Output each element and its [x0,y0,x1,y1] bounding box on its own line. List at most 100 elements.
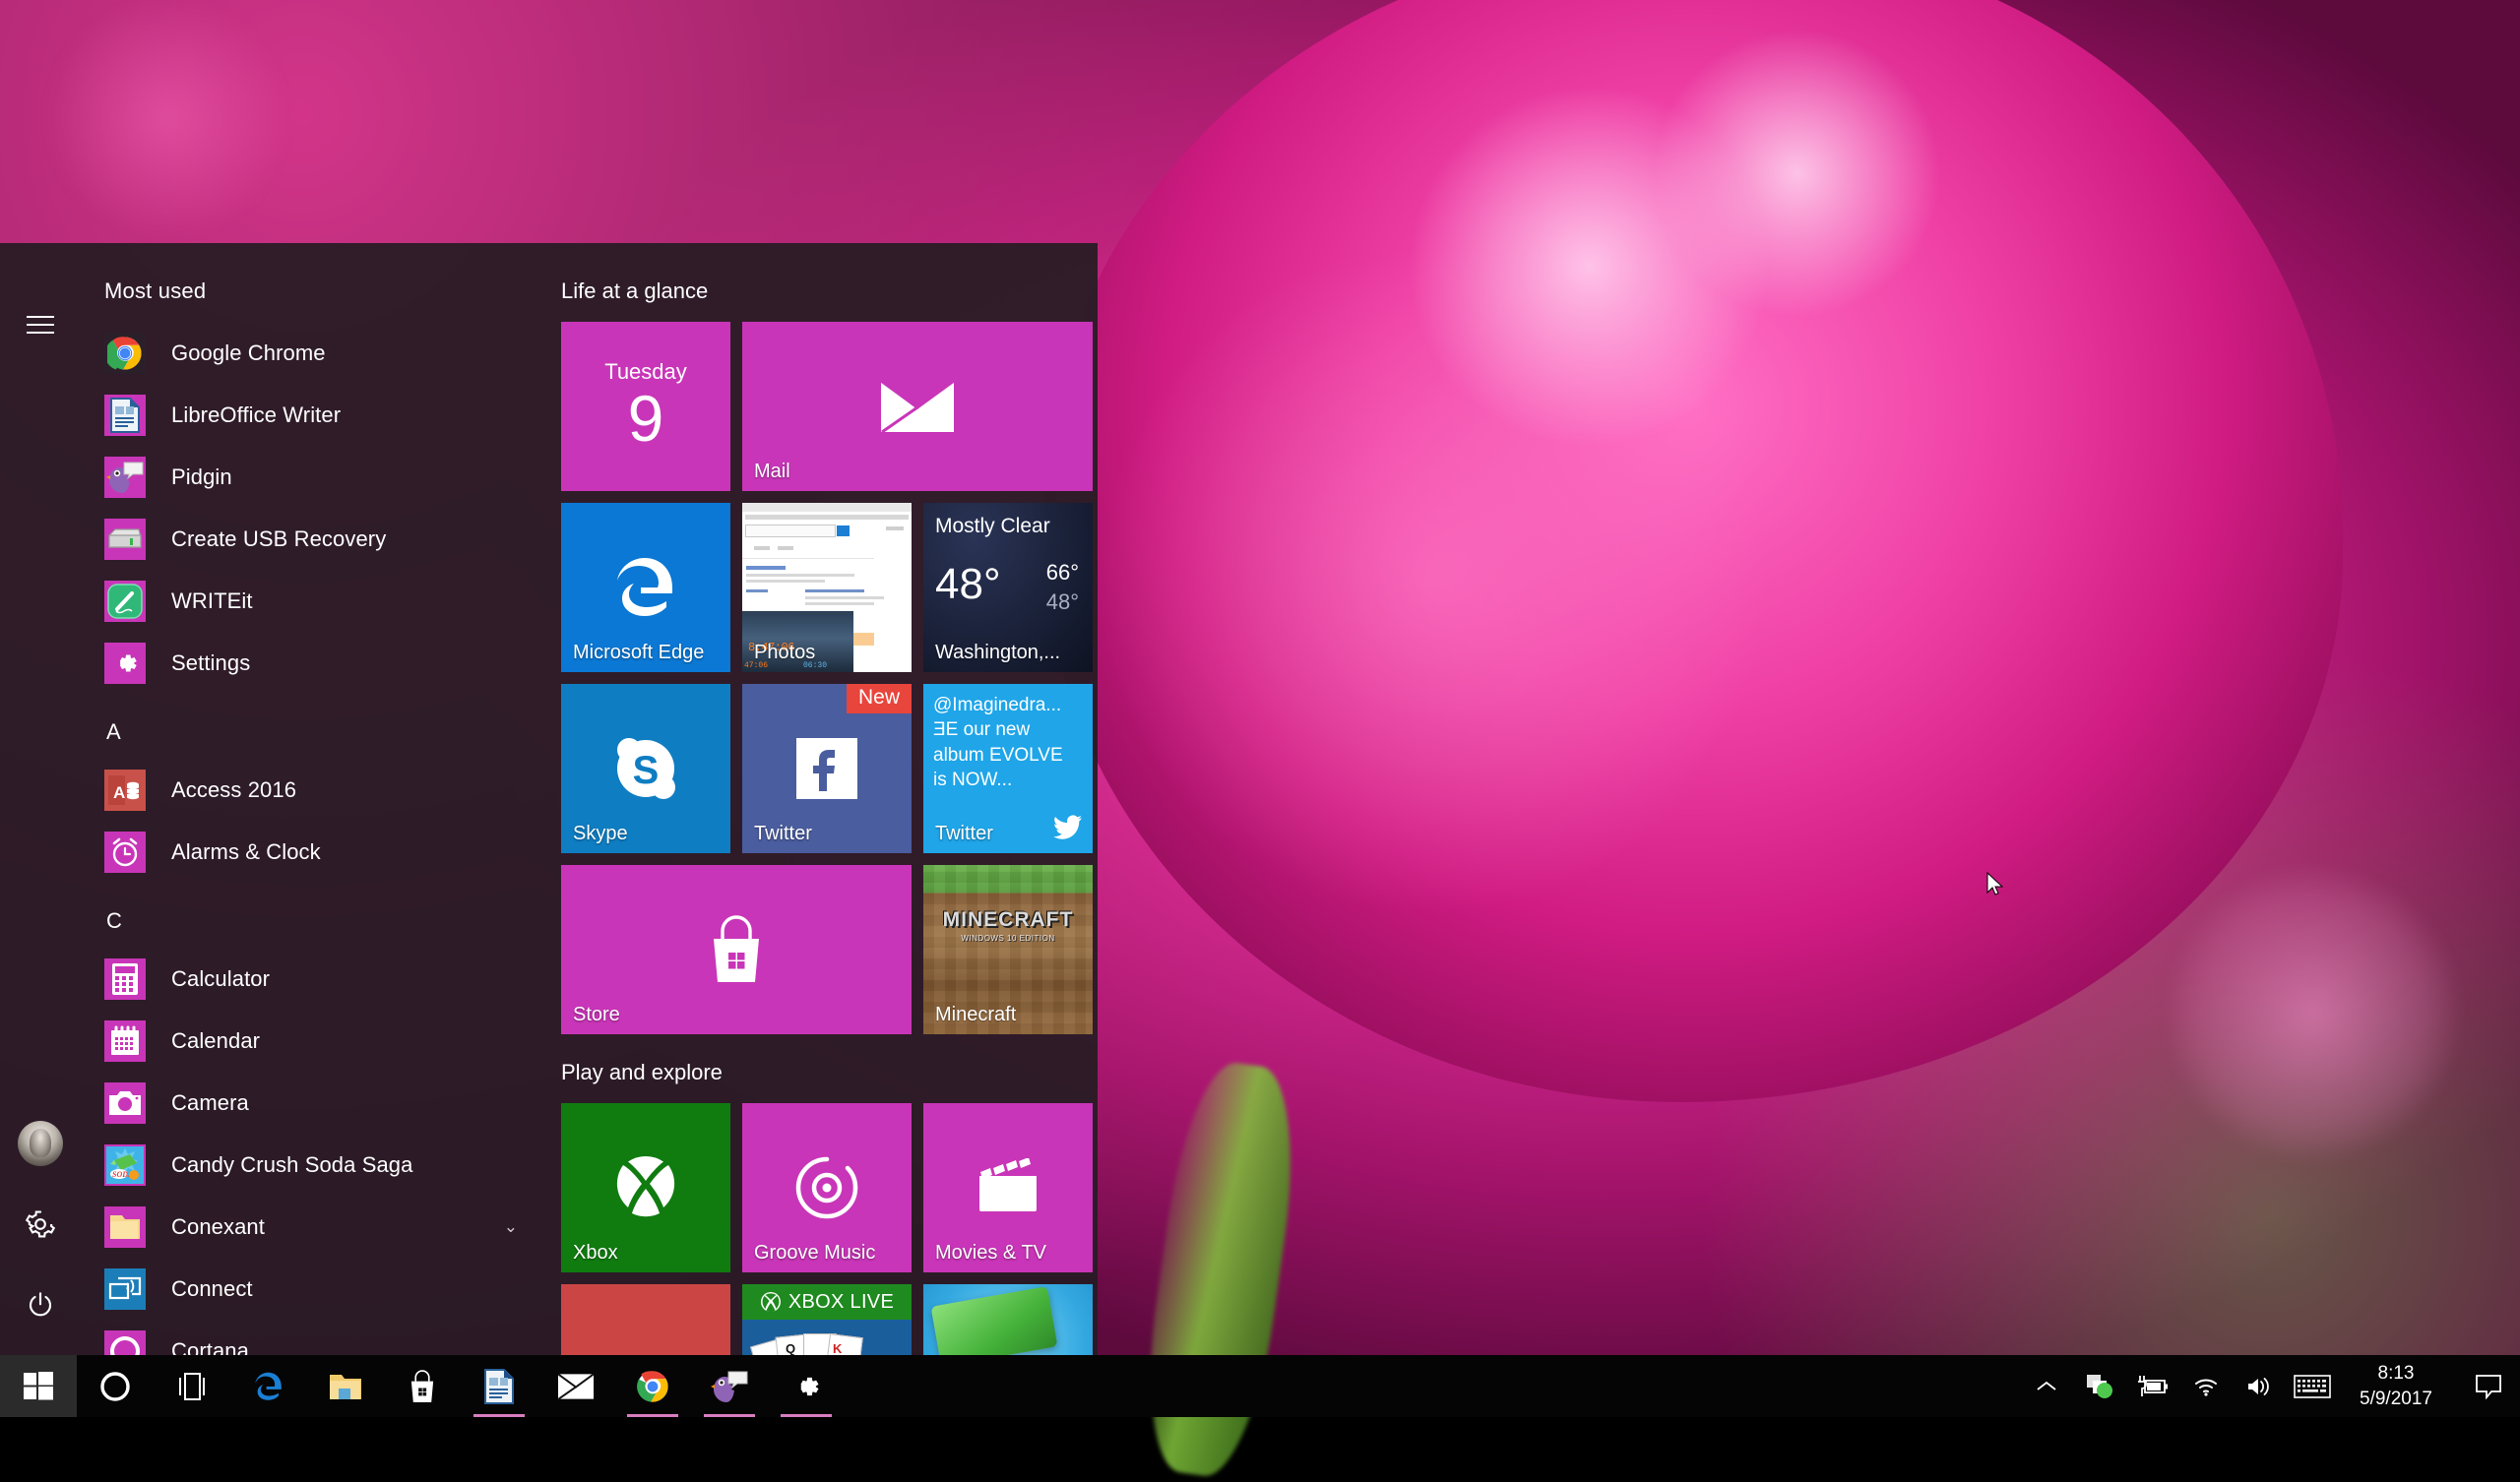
cortana-icon [104,1330,146,1356]
most-used-header: Most used [81,278,536,322]
user-account-button[interactable] [0,1103,81,1184]
app-list-item-cortana[interactable]: Cortana [81,1320,536,1355]
tile-xbox[interactable]: Xbox [561,1103,730,1272]
taskbar-mail[interactable] [537,1355,614,1417]
power-button[interactable] [0,1265,81,1345]
app-label: Calculator [171,966,270,992]
weather-current-temp: 48° [935,560,1001,609]
tile-calendar[interactable]: Tuesday 9 [561,322,730,491]
tile-red-app[interactable] [561,1284,730,1355]
app-label: Cortana [171,1338,249,1356]
calendar-icon [104,1020,146,1062]
app-list-item-pidgin[interactable]: Pidgin [81,446,536,508]
app-label: Settings [171,650,250,676]
taskbar-microsoft-edge[interactable] [230,1355,307,1417]
volume-icon [2245,1375,2273,1398]
app-list-item-writeit[interactable]: WRITEit [81,570,536,632]
tile-label: Minecraft [935,1004,1016,1026]
taskbar-task-view[interactable] [154,1355,230,1417]
taskbar-file-explorer[interactable] [307,1355,384,1417]
app-list-item-libreoffice-writer[interactable]: LibreOffice Writer [81,384,536,446]
tile-twitter[interactable]: @Imaginedra... ƎE our new album EVOLVE i… [923,684,1093,853]
app-group-letter-a[interactable]: A [81,694,536,759]
edge-icon [252,1369,285,1404]
taskbar[interactable]: 8:13 5/9/2017 [0,1355,2520,1417]
taskbar-libreoffice-writer[interactable] [461,1355,537,1417]
tile-minecraft[interactable]: MINECRAFT WINDOWS 10 EDITION Minecraft [923,865,1093,1034]
action-center-button[interactable] [2457,1355,2520,1417]
hamburger-menu-button[interactable] [0,284,81,365]
tile-candy-crush-soda-saga[interactable] [923,1284,1093,1355]
taskbar-cortana-search[interactable] [77,1355,154,1417]
tile-store[interactable]: Store [561,865,912,1034]
power-icon [26,1290,55,1320]
app-label: Alarms & Clock [171,839,321,865]
tray-network[interactable] [2179,1355,2233,1417]
start-menu-rail[interactable] [0,243,81,1355]
mail-envelope-icon [742,322,1093,491]
chevron-down-icon[interactable]: ⌄ [504,1217,518,1237]
app-list-item-camera[interactable]: Camera [81,1072,536,1134]
tile-microsoft-edge[interactable]: Microsoft Edge [561,503,730,672]
tray-battery[interactable] [2126,1355,2179,1417]
taskbar-settings[interactable] [768,1355,845,1417]
app-list-item-alarms-and-clock[interactable]: Alarms & Clock [81,821,536,883]
app-label: Conexant [171,1214,265,1240]
weather-low-temp: 48° [1046,589,1079,615]
cortana-circle-icon [98,1370,132,1403]
app-list-item-access-2016[interactable]: A Access 2016 [81,759,536,821]
tile-grid-life[interactable]: Tuesday 9 [561,322,1078,1034]
weather-location: Washington,... [935,642,1060,664]
taskbar-store[interactable] [384,1355,461,1417]
tray-onedrive[interactable] [2073,1355,2126,1417]
tile-groove-music[interactable]: Groove Music [742,1103,912,1272]
rail-bottom-group[interactable] [0,1103,81,1345]
app-list-item-settings[interactable]: Settings [81,632,536,694]
windows-logo-icon [24,1372,53,1401]
alarm-clock-icon [104,832,146,873]
settings-button[interactable] [0,1184,81,1265]
tile-weather[interactable]: Mostly Clear 48° 66° 48° Washington,... [923,503,1093,672]
taskbar-pidgin[interactable] [691,1355,768,1417]
taskbar-clock[interactable]: 8:13 5/9/2017 [2339,1361,2457,1411]
tile-area[interactable]: Life at a glance Tuesday 9 [536,243,1098,1355]
start-button[interactable] [0,1355,77,1417]
app-group-letter-c[interactable]: C [81,883,536,948]
system-tray[interactable]: 8:13 5/9/2017 [2020,1355,2520,1417]
tweet-line-4: is NOW... [933,768,1085,792]
tray-touch-keyboard[interactable] [2286,1355,2339,1417]
bokeh-highlight [39,0,295,236]
mail-envelope-icon [557,1372,595,1401]
app-list-item-google-chrome[interactable]: Google Chrome [81,322,536,384]
task-view-icon [174,1372,210,1401]
tile-photos[interactable]: 8:47:06 47:06 06:30 Photos [742,503,912,672]
writeit-icon [104,581,146,622]
app-list-item-candy-crush-soda-saga[interactable]: SODA Candy Crush Soda Saga [81,1134,536,1196]
tile-group-title-life: Life at a glance [561,278,1078,304]
clock-date: 5/9/2017 [2360,1387,2432,1412]
tray-overflow-button[interactable] [2020,1355,2073,1417]
app-label: Connect [171,1276,253,1302]
xbox-live-icon [760,1291,782,1313]
tile-microsoft-solitaire-collection[interactable]: XBOX LIVE Q K [742,1284,912,1355]
app-list[interactable]: Most used Google Chrome [81,243,536,1355]
app-list-item-calendar[interactable]: Calendar [81,1010,536,1072]
tile-grid-play[interactable]: Xbox Groove Music [561,1103,1078,1355]
gear-icon [104,643,146,684]
taskbar-google-chrome[interactable] [614,1355,691,1417]
tray-volume[interactable] [2233,1355,2286,1417]
tile-mail[interactable]: Mail [742,322,1093,491]
chrome-icon [636,1370,669,1403]
app-list-item-calculator[interactable]: Calculator [81,948,536,1010]
app-list-item-create-usb-recovery[interactable]: Create USB Recovery [81,508,536,570]
tile-movies-and-tv[interactable]: Movies & TV [923,1103,1093,1272]
gear-icon [790,1371,822,1402]
tile-facebook[interactable]: New Twitter [742,684,912,853]
wifi-icon [2193,1376,2219,1397]
pidgin-icon [104,457,146,498]
app-list-item-conexant[interactable]: Conexant ⌄ [81,1196,536,1258]
camera-icon [104,1082,146,1124]
start-menu[interactable]: Most used Google Chrome [0,243,1098,1355]
app-list-item-connect[interactable]: Connect [81,1258,536,1320]
tile-skype[interactable]: S Skype [561,684,730,853]
